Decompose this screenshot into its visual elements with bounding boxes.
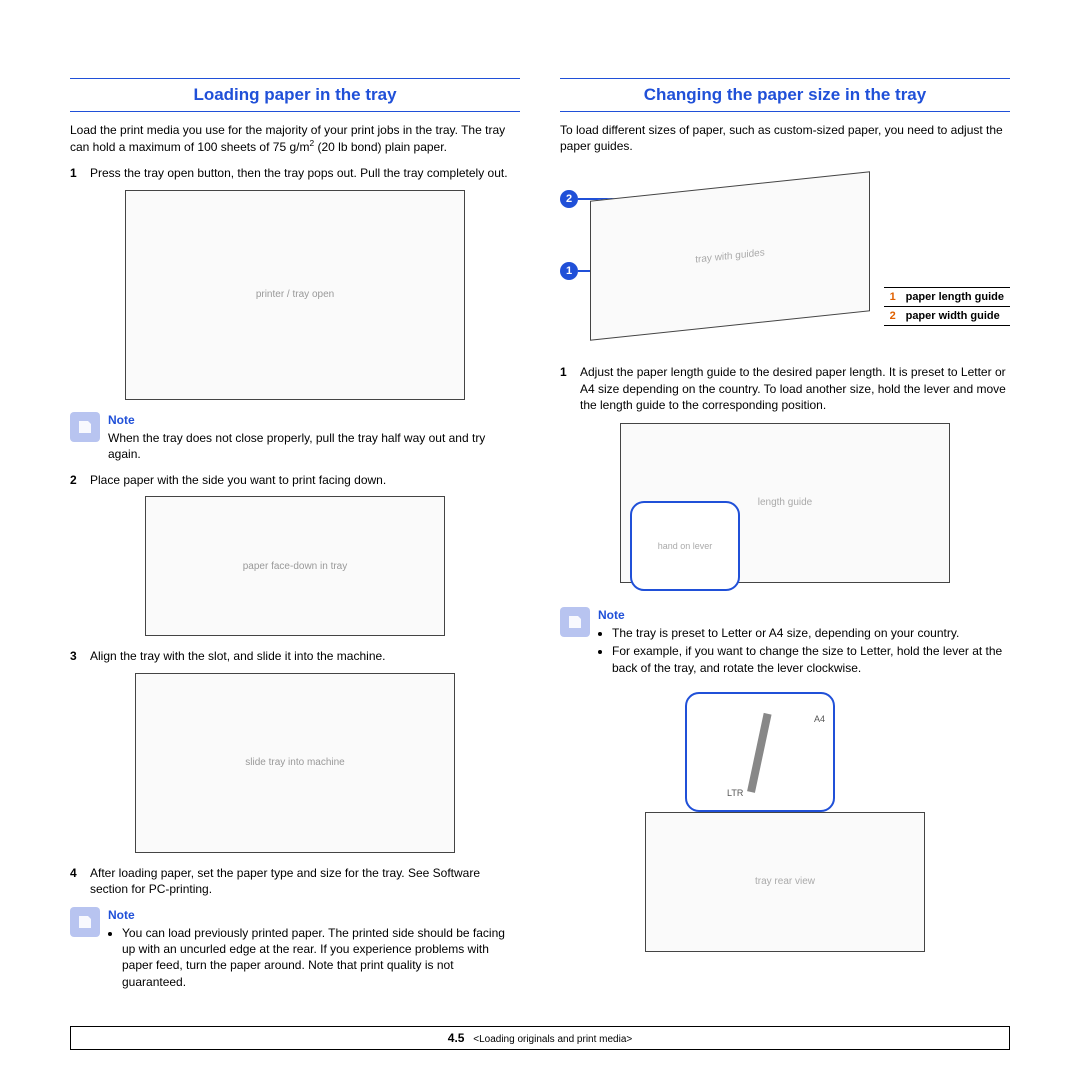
page-footer: 4.5 <Loading originals and print media> (70, 1026, 1010, 1050)
step2-text: Place paper with the side you want to pr… (90, 472, 520, 488)
left-step-2: 2 Place paper with the side you want to … (70, 472, 520, 488)
left-section-title: Loading paper in the tray (70, 78, 520, 112)
printer-align-illustration: slide tray into machine (135, 673, 455, 853)
legend2-num: 2 (890, 310, 906, 322)
left-step-4: 4 After loading paper, set the paper typ… (70, 865, 520, 897)
callout-dot-2: 2 (560, 190, 578, 208)
lever-a4-label: A4 (814, 714, 825, 724)
figure-adjust-guide: length guide hand on lever (620, 423, 950, 583)
right-step-1: 1 Adjust the paper length guide to the d… (560, 364, 1010, 413)
figure-printer-open: printer / tray open (70, 190, 520, 400)
figure-callout-tray: 2 1 tray with guides 1 paper length guid… (560, 166, 1010, 346)
note1-label: Note (108, 412, 520, 428)
lever-inset: A4 LTR (685, 692, 835, 812)
note-icon (70, 412, 100, 442)
note-icon (560, 607, 590, 637)
note-icon (70, 907, 100, 937)
right-intro: To load different sizes of paper, such a… (560, 122, 1010, 154)
rstep-number-1: 1 (560, 364, 580, 413)
step-number-2: 2 (70, 472, 90, 488)
legend1-num: 1 (890, 291, 906, 303)
step1-text: Press the tray open button, then the tra… (90, 165, 520, 181)
printer-open-illustration: printer / tray open (125, 190, 465, 400)
figure-lever: A4 LTR tray rear view (635, 692, 935, 952)
note2-bullet: You can load previously printed paper. T… (122, 925, 520, 990)
paper-load-illustration: paper face-down in tray (145, 496, 445, 636)
left-step-3: 3 Align the tray with the slot, and slid… (70, 648, 520, 664)
rnote-b2: For example, if you want to change the s… (612, 643, 1010, 675)
legend-table: 1 paper length guide 2 paper width guide (884, 287, 1010, 326)
adjust-inset: hand on lever (630, 501, 740, 591)
step-number-3: 3 (70, 648, 90, 664)
intro-post: (20 lb bond) plain paper. (314, 140, 447, 154)
lever-tray-illustration: tray rear view (645, 812, 925, 952)
left-note-2: Note You can load previously printed pap… (70, 907, 520, 992)
note1-text: When the tray does not close properly, p… (108, 430, 520, 462)
step-number-4: 4 (70, 865, 90, 897)
right-section-title: Changing the paper size in the tray (560, 78, 1010, 112)
step-number-1: 1 (70, 165, 90, 181)
rnote-label: Note (598, 607, 1010, 623)
legend2-label: paper width guide (906, 310, 1000, 322)
lever-arm-icon (747, 713, 771, 793)
left-step-1: 1 Press the tray open button, then the t… (70, 165, 520, 181)
step3-text: Align the tray with the slot, and slide … (90, 648, 520, 664)
chapter-name: <Loading originals and print media> (473, 1034, 632, 1045)
page-number: 4.5 (448, 1031, 465, 1045)
legend1-label: paper length guide (906, 291, 1004, 303)
left-note-1: Note When the tray does not close proper… (70, 412, 520, 463)
tray-illustration: tray with guides (590, 172, 870, 341)
callout-dot-1: 1 (560, 262, 578, 280)
right-note: Note The tray is preset to Letter or A4 … (560, 607, 1010, 678)
rstep1-text: Adjust the paper length guide to the des… (580, 364, 1010, 413)
figure-printer-align: slide tray into machine (70, 673, 520, 853)
figure-paper-load: paper face-down in tray (70, 496, 520, 636)
note2-label: Note (108, 907, 520, 923)
left-intro: Load the print media you use for the maj… (70, 122, 520, 155)
rnote-b1: The tray is preset to Letter or A4 size,… (612, 625, 1010, 641)
step4-text: After loading paper, set the paper type … (90, 865, 520, 897)
lever-ltr-label: LTR (727, 788, 743, 798)
